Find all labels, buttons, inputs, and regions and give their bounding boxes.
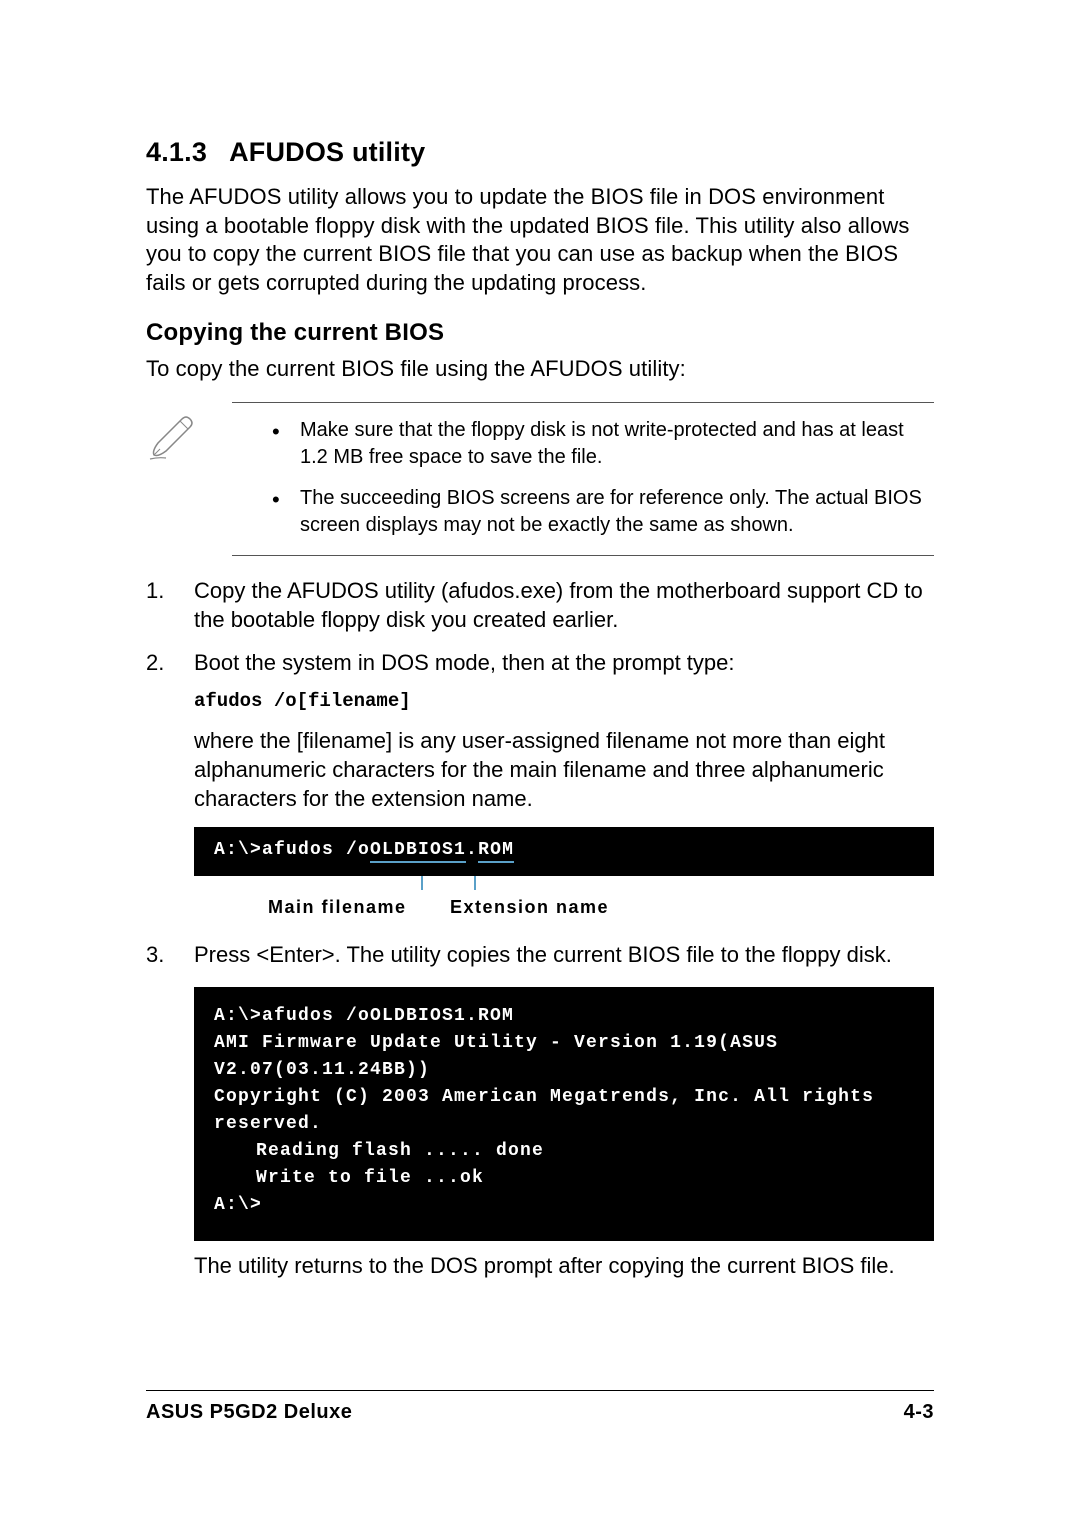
- section-heading: 4.1.3 AFUDOS utility: [146, 137, 934, 168]
- step-text: Boot the system in DOS mode, then at the…: [194, 648, 934, 677]
- step-text: Copy the AFUDOS utility (afudos.exe) fro…: [194, 576, 934, 634]
- step-explain: where the [filename] is any user-assigne…: [194, 726, 934, 813]
- section-number: 4.1.3: [146, 137, 207, 167]
- terminal-output-1: A:\>afudos /oOLDBIOS1.ROM: [194, 827, 934, 876]
- note-block: Make sure that the floppy disk is not wr…: [232, 402, 934, 556]
- tick-mark: [421, 876, 423, 890]
- step-3: Press <Enter>. The utility copies the cu…: [146, 940, 934, 1280]
- command-text: afudos /o[filename]: [194, 689, 934, 714]
- section-title: AFUDOS utility: [229, 137, 425, 167]
- step-text: Press <Enter>. The utility copies the cu…: [194, 940, 934, 969]
- footer-page-number: 4-3: [904, 1401, 934, 1424]
- label-extension-name: Extension name: [450, 896, 609, 920]
- terminal-output-2: A:\>afudos /oOLDBIOS1.ROM AMI Firmware U…: [194, 987, 934, 1241]
- terminal-line: Reading flash ..... done: [214, 1138, 914, 1165]
- note-item: The succeeding BIOS screens are for refe…: [272, 485, 934, 539]
- terminal-main-filename: OLDBIOS1: [370, 840, 466, 863]
- terminal-line: Copyright (C) 2003 American Megatrends, …: [214, 1084, 914, 1138]
- footer-product: ASUS P5GD2 Deluxe: [146, 1401, 352, 1424]
- terminal-dot: .: [466, 840, 478, 860]
- terminal-ext: ROM: [478, 840, 514, 863]
- terminal-line: A:\>: [214, 1192, 914, 1219]
- terminal-prefix: A:\>afudos /o: [214, 840, 370, 860]
- subheading: Copying the current BIOS: [146, 319, 934, 347]
- note-item: Make sure that the floppy disk is not wr…: [272, 417, 934, 471]
- terminal-line: AMI Firmware Update Utility - Version 1.…: [214, 1030, 914, 1084]
- label-main-filename: Main filename: [268, 896, 407, 920]
- sub-intro: To copy the current BIOS file using the …: [146, 355, 934, 384]
- step-1: Copy the AFUDOS utility (afudos.exe) fro…: [146, 576, 934, 634]
- step-after-text: The utility returns to the DOS prompt af…: [194, 1251, 934, 1280]
- terminal-line: A:\>afudos /oOLDBIOS1.ROM: [214, 1003, 914, 1030]
- terminal-labels: Main filename Extension name: [194, 882, 934, 926]
- terminal-line: Write to file ...ok: [214, 1165, 914, 1192]
- pen-note-icon: [146, 413, 200, 463]
- tick-mark: [474, 876, 476, 890]
- intro-paragraph: The AFUDOS utility allows you to update …: [146, 183, 934, 297]
- step-2: Boot the system in DOS mode, then at the…: [146, 648, 934, 926]
- page-footer: ASUS P5GD2 Deluxe 4-3: [146, 1390, 934, 1424]
